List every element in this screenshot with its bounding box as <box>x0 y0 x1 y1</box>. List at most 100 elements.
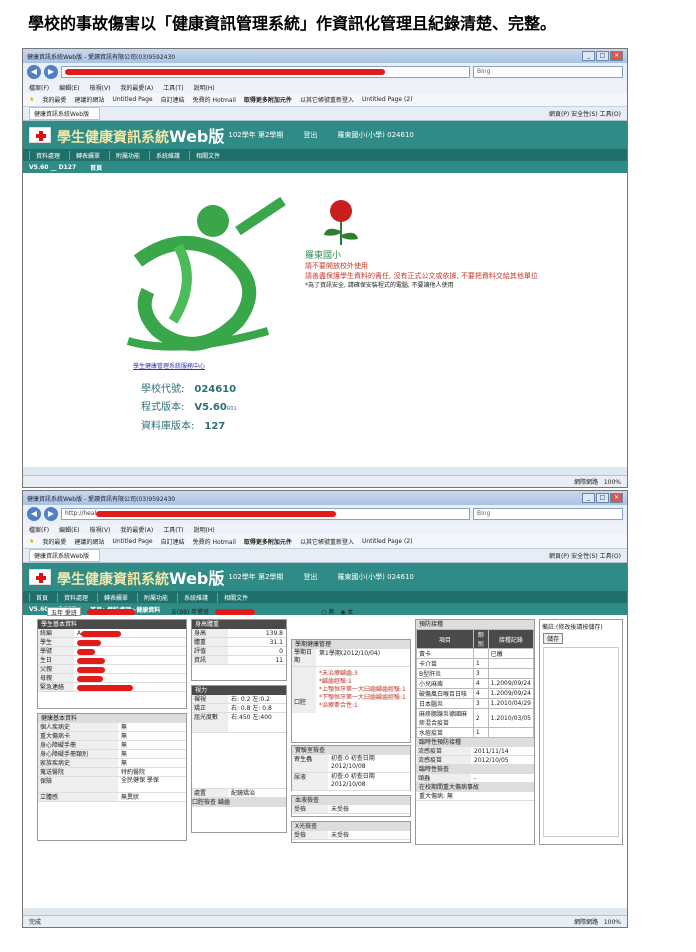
address-input[interactable] <box>61 66 470 78</box>
logout-link[interactable]: 登出 <box>303 130 317 140</box>
forward-icon[interactable]: ▶ <box>44 65 58 79</box>
menu-edit[interactable]: 編輯(E) <box>59 83 79 92</box>
address-bar-row: ◀ ▶ Bing <box>23 63 627 81</box>
fav-item[interactable]: 建議的網站 <box>74 95 104 104</box>
status-bar: 完成 網際網路 100% <box>23 915 627 927</box>
search-input[interactable]: Bing <box>473 508 623 520</box>
document-title: 學校的事故傷害以「健康資訊管理系統」作資訊化管理且紀錄清楚、完整。 <box>28 14 557 33</box>
table-row: 破傷風白喉百日咳 4 1.2009/09/24 <box>416 688 535 699</box>
zoom-level[interactable]: 100% <box>604 919 621 926</box>
fav-item[interactable]: 取得更多附加元件 <box>244 95 292 104</box>
tools-menu[interactable]: 工具(O) <box>600 111 621 118</box>
panel-header: 學期健康管理 <box>292 640 410 649</box>
safety-menu[interactable]: 安全性(S) <box>571 111 598 118</box>
fav-item[interactable]: 建議的網站 <box>74 537 104 546</box>
forward-icon[interactable]: ▶ <box>44 507 58 521</box>
gender-male-radio[interactable]: ○ 男 <box>321 607 334 616</box>
fav-item[interactable]: Untitled Page <box>112 538 152 545</box>
nav-item[interactable]: 資料處理 <box>29 150 66 160</box>
save-button[interactable]: 儲存 <box>543 633 564 644</box>
school-label: 羅東國小(小學) 024610 <box>337 131 414 139</box>
fav-star-icon[interactable]: ★ <box>29 538 34 545</box>
vaccine-table: 項目 劑別 接種記錄 黃卡 已繳 卡介苗 1 B型肝炎 3 小兒麻痺 4 1.2009/09/… <box>416 629 535 738</box>
list-item: 身心障礙手冊無 <box>38 741 186 750</box>
menu-favorites[interactable]: 我的最愛(A) <box>120 83 153 92</box>
safety-menu[interactable]: 安全性(S) <box>571 553 598 560</box>
vision-checkboxes[interactable] <box>192 733 286 789</box>
fav-item[interactable]: 我的最愛 <box>42 537 66 546</box>
system-info: 學校代號: 024610 程式版本: V5.60R01 資料庫版本: 127 <box>141 384 237 432</box>
maximize-button[interactable]: □ <box>596 51 609 61</box>
fav-item[interactable]: Untitled Page (2) <box>362 538 413 545</box>
fav-item[interactable]: 免費的 Hotmail <box>193 95 236 104</box>
nav-item[interactable]: 系統維護 <box>149 150 186 160</box>
back-icon[interactable]: ◀ <box>27 507 41 521</box>
menu-file[interactable]: 檔案(F) <box>29 525 49 534</box>
fav-item[interactable]: 我的最愛 <box>42 95 66 104</box>
search-input[interactable]: Bing <box>473 66 623 78</box>
nav-item[interactable]: 相關文件 <box>189 150 226 160</box>
student-select[interactable] <box>86 608 135 615</box>
warning-text: 請不要開放校外使用 <box>305 262 368 270</box>
list-item: 保險 全民健保 學保 <box>38 777 186 793</box>
gender-female-radio[interactable]: ◉ 女 <box>340 607 353 616</box>
fav-item[interactable]: 取得更多附加元件 <box>244 537 292 546</box>
browser-tab[interactable]: 健康資訊系統Web版 <box>29 549 101 562</box>
fav-item[interactable]: Untitled Page (2) <box>362 96 413 103</box>
nav-item[interactable]: 轉表續單 <box>97 592 134 602</box>
accident-header: 在校期間重大傷病事故 <box>416 783 534 792</box>
browser-tab[interactable]: 健康資訊系統Web版 <box>29 107 101 120</box>
vision-panel: 視力 裸視 右: 0.2 左:0.2 矯正 右: 0.8 左: 0.8 屈光度數 右:… <box>191 685 287 833</box>
nav-item[interactable]: 附屬功能 <box>109 150 146 160</box>
fav-item[interactable]: Untitled Page <box>112 96 152 103</box>
menu-tools[interactable]: 工具(T) <box>163 83 183 92</box>
menu-file[interactable]: 檔案(F) <box>29 83 49 92</box>
app-title: 學生健康資訊系統Web版 <box>57 127 225 146</box>
menu-help[interactable]: 說明(H) <box>194 83 215 92</box>
tools-menu[interactable]: 工具(O) <box>600 553 621 560</box>
fav-item[interactable]: 免費的 Hotmail <box>193 537 236 546</box>
nav-item[interactable]: 相關文件 <box>217 592 254 602</box>
redacted-url <box>65 68 385 75</box>
command-bar: 網頁(P) 安全性(S) 工具(O) <box>549 109 621 118</box>
fav-item[interactable]: 自訂連結 <box>161 537 185 546</box>
grade-select[interactable]: 五年 愛班 <box>47 607 81 617</box>
welcome-block: 羅東國小 請不要開放校外使用 請善盡保護學生資料的責任, 沒有正式公文或依據, … <box>305 251 595 291</box>
page-menu[interactable]: 網頁(P) <box>549 553 569 560</box>
table-row: 小兒麻痺 4 1.2009/09/24 <box>416 678 535 689</box>
nav-item[interactable]: 系統維護 <box>177 592 214 602</box>
maximize-button[interactable]: □ <box>596 493 609 503</box>
menu-tools[interactable]: 工具(T) <box>163 525 183 534</box>
minimize-button[interactable]: _ <box>582 493 595 503</box>
address-bar-row: ◀ ▶ http://heal Bing <box>23 505 627 523</box>
back-icon[interactable]: ◀ <box>27 65 41 79</box>
remark-textarea[interactable] <box>543 647 619 837</box>
close-button[interactable]: ✕ <box>610 51 623 61</box>
list-item: 屈光度數 右:450 左:400 <box>192 713 286 733</box>
home-link[interactable]: 首頁 <box>90 163 102 172</box>
minimize-button[interactable]: _ <box>582 51 595 61</box>
page-menu[interactable]: 網頁(P) <box>549 111 569 118</box>
menu-view[interactable]: 檢視(V) <box>90 83 111 92</box>
menu-favorites[interactable]: 我的最愛(A) <box>120 525 153 534</box>
list-item: 流感疫苗 2012/10/05 <box>416 756 534 765</box>
fav-item[interactable]: 以其它帳號重新登入 <box>300 95 354 104</box>
zoom-level[interactable]: 100% <box>604 479 621 486</box>
fav-star-icon[interactable]: ★ <box>29 96 34 103</box>
nav-item[interactable]: 附屬功能 <box>137 592 174 602</box>
page-content: 學生健康資訊系統Web版 102學年 第2學期 登出 羅東國小(小學) 0246… <box>23 121 627 467</box>
menu-view[interactable]: 檢視(V) <box>90 525 111 534</box>
menu-help[interactable]: 說明(H) <box>194 525 215 534</box>
nav-item[interactable]: 轉表續單 <box>69 150 106 160</box>
menu-edit[interactable]: 編輯(E) <box>59 525 79 534</box>
address-input[interactable]: http://heal <box>61 508 470 520</box>
table-row: 日本腦炎 3 1.2010/04/29 <box>416 698 535 709</box>
nav-item[interactable]: 首頁 <box>29 592 54 602</box>
service-center-link[interactable]: 學生健康管理系統服務中心 <box>133 361 205 370</box>
logout-link[interactable]: 登出 <box>303 572 317 582</box>
fav-item[interactable]: 自訂連結 <box>161 95 185 104</box>
close-button[interactable]: ✕ <box>610 493 623 503</box>
fav-item[interactable]: 以其它帳號重新登入 <box>300 537 354 546</box>
window-title: 健康資訊系統Web版 - 愛讀資訊有限公司(03)9592430 <box>27 495 176 503</box>
nav-item[interactable]: 資料處理 <box>57 592 94 602</box>
